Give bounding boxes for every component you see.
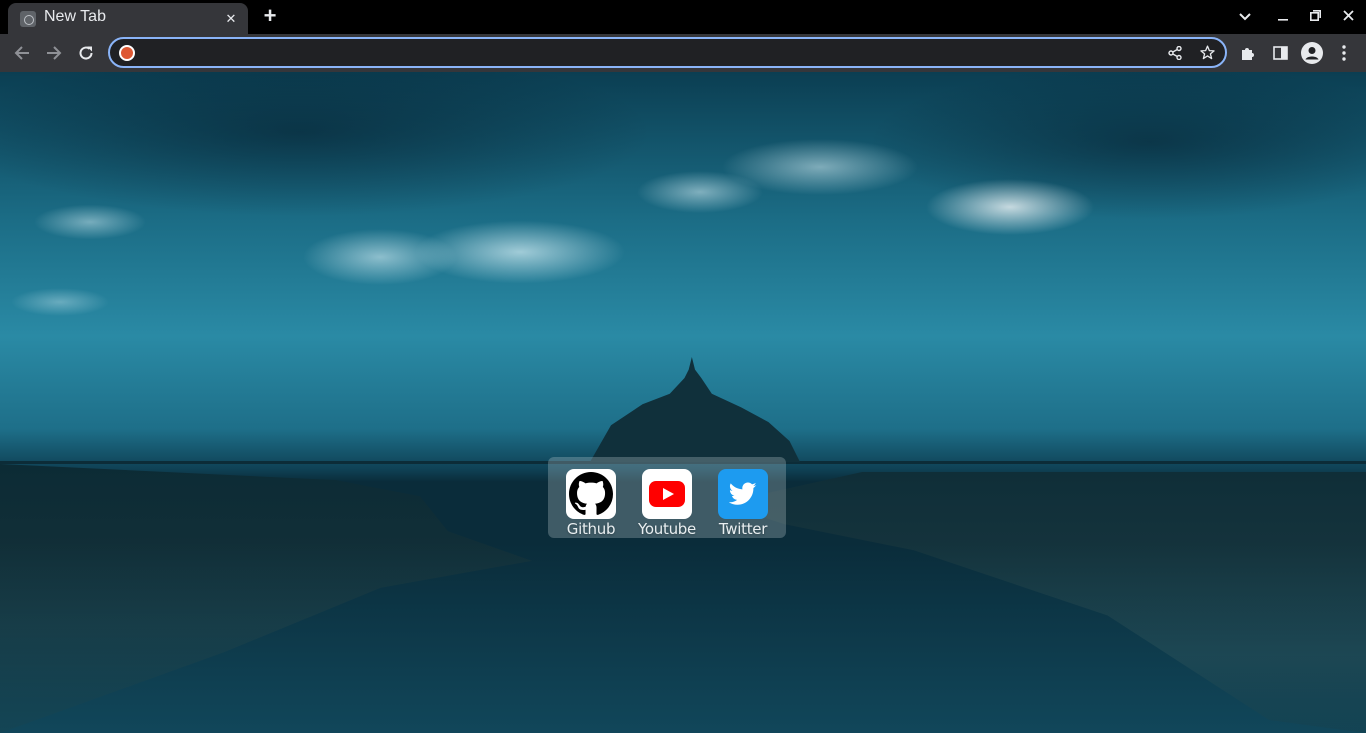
shortcut-twitter[interactable]: Twitter xyxy=(717,469,769,538)
puzzle-icon xyxy=(1242,48,1254,60)
kebab-menu-icon xyxy=(1342,45,1346,61)
address-input[interactable] xyxy=(144,43,1154,63)
star-icon xyxy=(1199,45,1215,60)
restore-icon[interactable] xyxy=(1304,6,1326,28)
duckduckgo-icon xyxy=(119,45,135,61)
address-bar[interactable] xyxy=(108,37,1227,68)
share-icon xyxy=(1168,45,1182,60)
shortcut-github[interactable]: Github xyxy=(565,469,617,538)
side-panel-icon xyxy=(1272,46,1288,60)
close-tab-icon[interactable]: ✕ xyxy=(222,10,240,28)
share-button[interactable] xyxy=(1162,39,1188,66)
tab-title: New Tab xyxy=(44,8,106,25)
bookmark-shortcuts: Github Youtube Twitter xyxy=(548,457,786,538)
back-button[interactable] xyxy=(8,39,36,67)
tab-new-tab[interactable]: New Tab ✕ xyxy=(8,3,248,34)
youtube-icon xyxy=(642,469,692,519)
twitter-icon xyxy=(718,469,768,519)
new-tab-favicon-icon xyxy=(20,11,36,27)
shortcut-label: Youtube xyxy=(638,520,696,538)
extensions-button[interactable] xyxy=(1234,39,1262,67)
minimize-icon[interactable] xyxy=(1272,6,1294,28)
reload-icon xyxy=(79,46,93,60)
shortcut-youtube[interactable]: Youtube xyxy=(638,469,696,538)
shortcut-label: Twitter xyxy=(718,520,768,538)
avatar-icon xyxy=(1301,42,1323,64)
arrow-right-icon xyxy=(47,46,62,60)
side-panel-button[interactable] xyxy=(1266,39,1294,67)
github-icon xyxy=(566,469,616,519)
tab-strip: New Tab ✕ + xyxy=(0,0,1366,34)
browser-toolbar xyxy=(0,34,1366,72)
profile-button[interactable] xyxy=(1298,39,1326,67)
close-window-icon[interactable] xyxy=(1337,6,1359,28)
menu-button[interactable] xyxy=(1330,39,1358,67)
shortcut-label: Github xyxy=(566,520,616,538)
new-tab-page: Github Youtube Twitter xyxy=(0,72,1366,733)
tab-search-chevron-down-icon[interactable] xyxy=(1234,6,1256,28)
reload-button[interactable] xyxy=(72,39,100,67)
forward-button[interactable] xyxy=(40,39,68,67)
bookmark-star-button[interactable] xyxy=(1194,39,1220,66)
new-tab-button[interactable]: + xyxy=(258,5,282,29)
arrow-left-icon xyxy=(14,46,29,60)
